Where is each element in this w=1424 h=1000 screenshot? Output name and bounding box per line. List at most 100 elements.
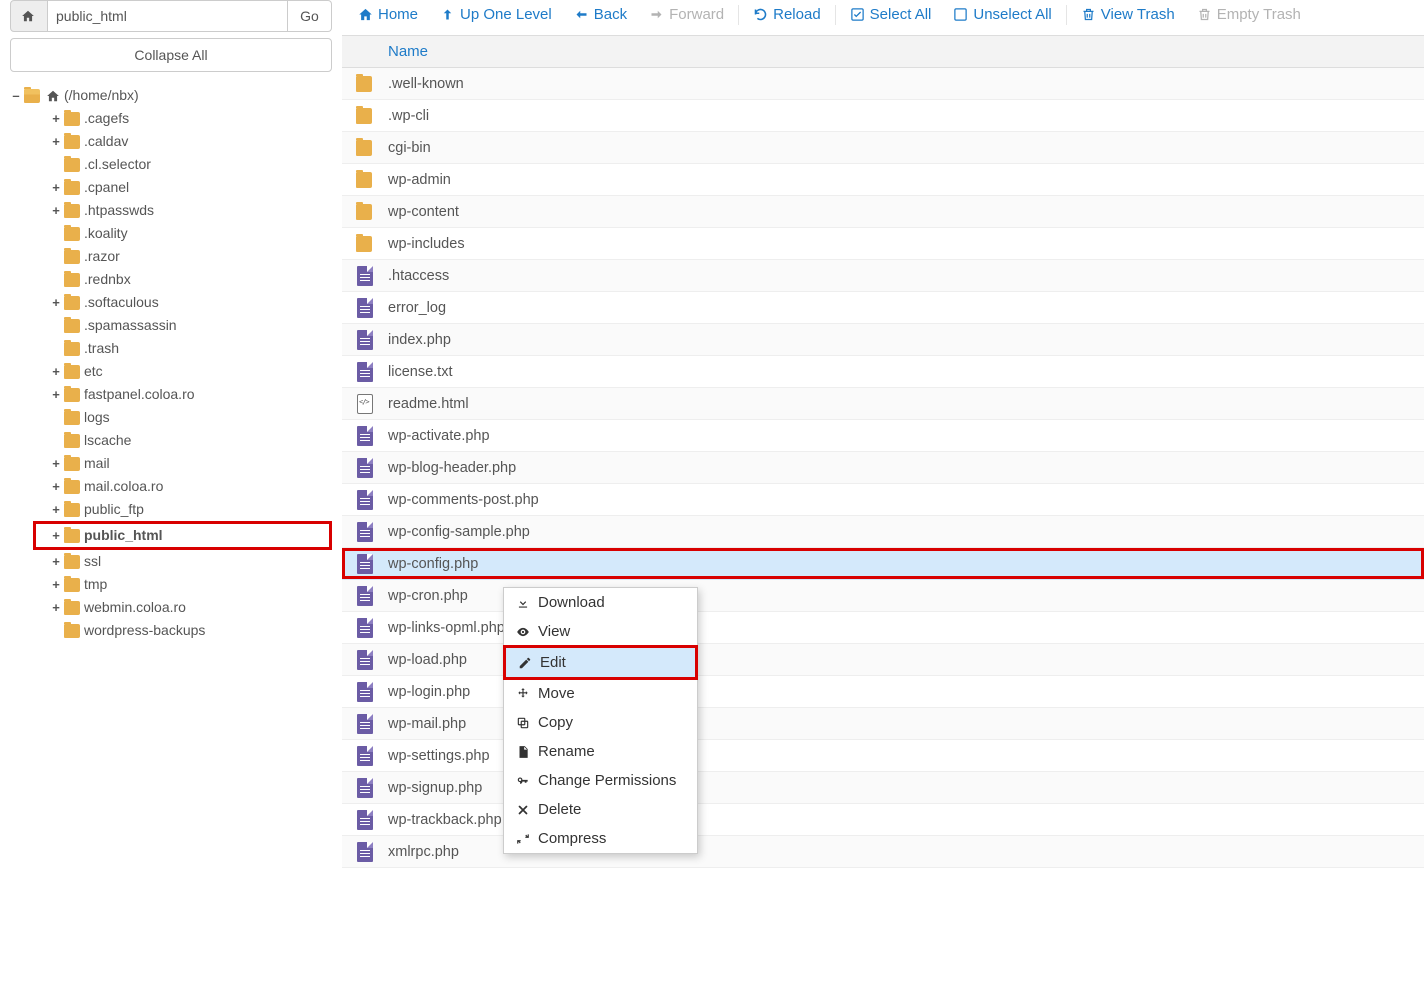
toggle-icon[interactable]: +	[50, 573, 62, 596]
tree-item[interactable]: +.cpanel	[10, 176, 332, 199]
tree-item[interactable]: + fastpanel.coloa.ro	[10, 383, 332, 406]
tree-item-label: .cl.selector	[84, 153, 151, 176]
tree-item[interactable]: +webmin.coloa.ro	[10, 596, 332, 619]
tree-root[interactable]: – (/home/nbx)	[10, 84, 332, 107]
unselect-all-button[interactable]: Unselect All	[943, 0, 1061, 29]
table-row[interactable]: wp-activate.php	[342, 420, 1424, 452]
tree-item[interactable]: +mail.coloa.ro	[10, 475, 332, 498]
tree-item[interactable]: +ssl	[10, 550, 332, 573]
ctx-compress[interactable]: Compress	[504, 824, 697, 853]
ctx-view[interactable]: View	[504, 617, 697, 646]
table-row[interactable]: wp-config-sample.php	[342, 516, 1424, 548]
table-row[interactable]: wp-includes	[342, 228, 1424, 260]
toggle-icon[interactable]: +	[50, 452, 62, 475]
table-row[interactable]: readme.html	[342, 388, 1424, 420]
tree-item[interactable]: + tmp	[10, 573, 332, 596]
table-row[interactable]: .wp-cli	[342, 100, 1424, 132]
ctx-edit[interactable]: Edit	[503, 645, 698, 680]
row-name: wp-trackback.php	[388, 812, 502, 828]
tree-item[interactable]: .trash	[10, 337, 332, 360]
folder-icon	[356, 204, 372, 220]
tree-item[interactable]: wordpress-backups	[10, 619, 332, 642]
tree-item-label: wordpress-backups	[84, 619, 205, 642]
ctx-download[interactable]: Download	[504, 588, 697, 617]
tree-item[interactable]: .spamassassin	[10, 314, 332, 337]
tree-item[interactable]: .cl.selector	[10, 153, 332, 176]
toggle-icon[interactable]: +	[50, 130, 62, 153]
tree-item[interactable]: .razor	[10, 245, 332, 268]
select-all-button[interactable]: Select All	[840, 0, 942, 29]
toggle-icon[interactable]: +	[50, 291, 62, 314]
home-button[interactable]: Home	[348, 0, 428, 29]
tree-item[interactable]: lscache	[10, 429, 332, 452]
back-button[interactable]: Back	[564, 0, 637, 29]
tree-item[interactable]: logs	[10, 406, 332, 429]
toggle-icon[interactable]: +	[50, 383, 62, 406]
ctx-delete[interactable]: Delete	[504, 795, 697, 824]
path-input[interactable]	[48, 0, 288, 32]
tree-item-label: tmp	[84, 573, 107, 596]
table-row[interactable]: wp-content	[342, 196, 1424, 228]
table-row[interactable]: .htaccess	[342, 260, 1424, 292]
table-row[interactable]: cgi-bin	[342, 132, 1424, 164]
ctx-move[interactable]: Move	[504, 679, 697, 708]
file-icon	[357, 746, 373, 766]
folder-icon	[356, 236, 372, 252]
tree-item-label: fastpanel.coloa.ro	[84, 383, 195, 406]
tree-item[interactable]: .koality	[10, 222, 332, 245]
tree-item[interactable]: +mail	[10, 452, 332, 475]
toggle-icon[interactable]: +	[50, 596, 62, 619]
toggle-icon[interactable]: +	[50, 360, 62, 383]
ctx-rename[interactable]: Rename	[504, 737, 697, 766]
toggle-icon[interactable]: +	[50, 524, 62, 547]
table-row[interactable]: wp-admin	[342, 164, 1424, 196]
tree-item-label: public_html	[84, 524, 163, 547]
folder-icon	[64, 434, 80, 448]
toggle-icon[interactable]: +	[50, 199, 62, 222]
view-trash-button[interactable]: View Trash	[1071, 0, 1185, 29]
folder-icon	[64, 624, 80, 638]
toggle-icon[interactable]: +	[50, 498, 62, 521]
tree-item[interactable]: +public_ftp	[10, 498, 332, 521]
row-name: wp-admin	[388, 172, 451, 188]
folder-icon	[64, 181, 80, 195]
move-icon	[516, 687, 530, 701]
tree-item[interactable]: +.cagefs	[10, 107, 332, 130]
ctx-copy[interactable]: Copy	[504, 708, 697, 737]
collapse-all-button[interactable]: Collapse All	[10, 38, 332, 72]
file-icon	[357, 266, 373, 286]
up-one-level-button[interactable]: Up One Level	[430, 0, 562, 29]
folder-icon	[64, 112, 80, 126]
tree-item-label: .koality	[84, 222, 128, 245]
tree-item[interactable]: +.caldav	[10, 130, 332, 153]
folder-icon	[64, 319, 80, 333]
toggle-icon[interactable]: –	[10, 84, 22, 107]
table-row[interactable]: wp-blog-header.php	[342, 452, 1424, 484]
reload-button[interactable]: Reload	[743, 0, 831, 29]
table-row[interactable]: error_log	[342, 292, 1424, 324]
ctx-permissions[interactable]: Change Permissions	[504, 766, 697, 795]
file-icon	[357, 842, 373, 862]
separator	[738, 5, 739, 25]
path-home-button[interactable]	[10, 0, 48, 32]
eye-icon	[516, 625, 530, 639]
toggle-icon[interactable]: +	[50, 107, 62, 130]
toggle-icon[interactable]: +	[50, 550, 62, 573]
tree-item[interactable]: + public_html	[33, 521, 332, 550]
table-row[interactable]: wp-comments-post.php	[342, 484, 1424, 516]
toggle-icon[interactable]: +	[50, 176, 62, 199]
file-icon	[357, 458, 373, 478]
table-row[interactable]: index.php	[342, 324, 1424, 356]
download-icon	[516, 596, 530, 610]
toggle-icon[interactable]: +	[50, 475, 62, 498]
table-row[interactable]: .well-known	[342, 68, 1424, 100]
tree-item[interactable]: +.softaculous	[10, 291, 332, 314]
go-button[interactable]: Go	[288, 0, 332, 32]
tree-item[interactable]: +etc	[10, 360, 332, 383]
file-icon	[357, 586, 373, 606]
column-header-name[interactable]: Name	[342, 35, 1424, 68]
tree-item[interactable]: +.htpasswds	[10, 199, 332, 222]
table-row[interactable]: wp-config.php	[342, 548, 1424, 580]
tree-item[interactable]: .rednbx	[10, 268, 332, 291]
table-row[interactable]: license.txt	[342, 356, 1424, 388]
